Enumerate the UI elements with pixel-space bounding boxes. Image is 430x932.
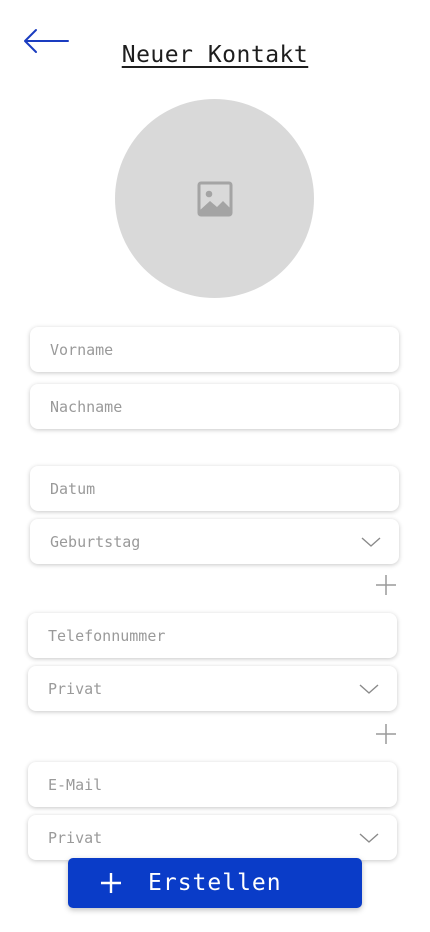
date-type-value: Geburtstag (50, 532, 141, 551)
page-title: Neuer Kontakt (121, 42, 309, 68)
add-date-button[interactable] (374, 573, 398, 597)
date-field[interactable] (30, 466, 399, 511)
email-type-select[interactable]: Privat (28, 815, 397, 860)
first-name-field[interactable] (30, 327, 399, 372)
date-type-select[interactable]: Geburtstag (30, 519, 399, 564)
last-name-field[interactable] (30, 384, 399, 429)
add-phone-button[interactable] (374, 722, 398, 746)
last-name-input[interactable] (50, 397, 379, 416)
create-button-label: Erstellen (148, 870, 282, 896)
first-name-input[interactable] (50, 340, 379, 359)
chevron-down-icon (359, 832, 379, 843)
plus-icon (376, 724, 396, 744)
date-input[interactable] (50, 479, 379, 498)
email-input[interactable] (48, 775, 377, 794)
email-field[interactable] (28, 762, 397, 807)
create-button[interactable]: Erstellen (68, 858, 362, 908)
chevron-down-icon (361, 536, 381, 547)
image-placeholder-icon (197, 181, 232, 216)
chevron-down-icon (359, 683, 379, 694)
avatar-upload[interactable] (115, 99, 314, 298)
phone-input[interactable] (48, 626, 377, 645)
plus-icon (101, 873, 121, 893)
phone-type-select[interactable]: Privat (28, 666, 397, 711)
email-type-value: Privat (48, 828, 103, 847)
plus-icon (376, 575, 396, 595)
phone-type-value: Privat (48, 679, 103, 698)
phone-field[interactable] (28, 613, 397, 658)
